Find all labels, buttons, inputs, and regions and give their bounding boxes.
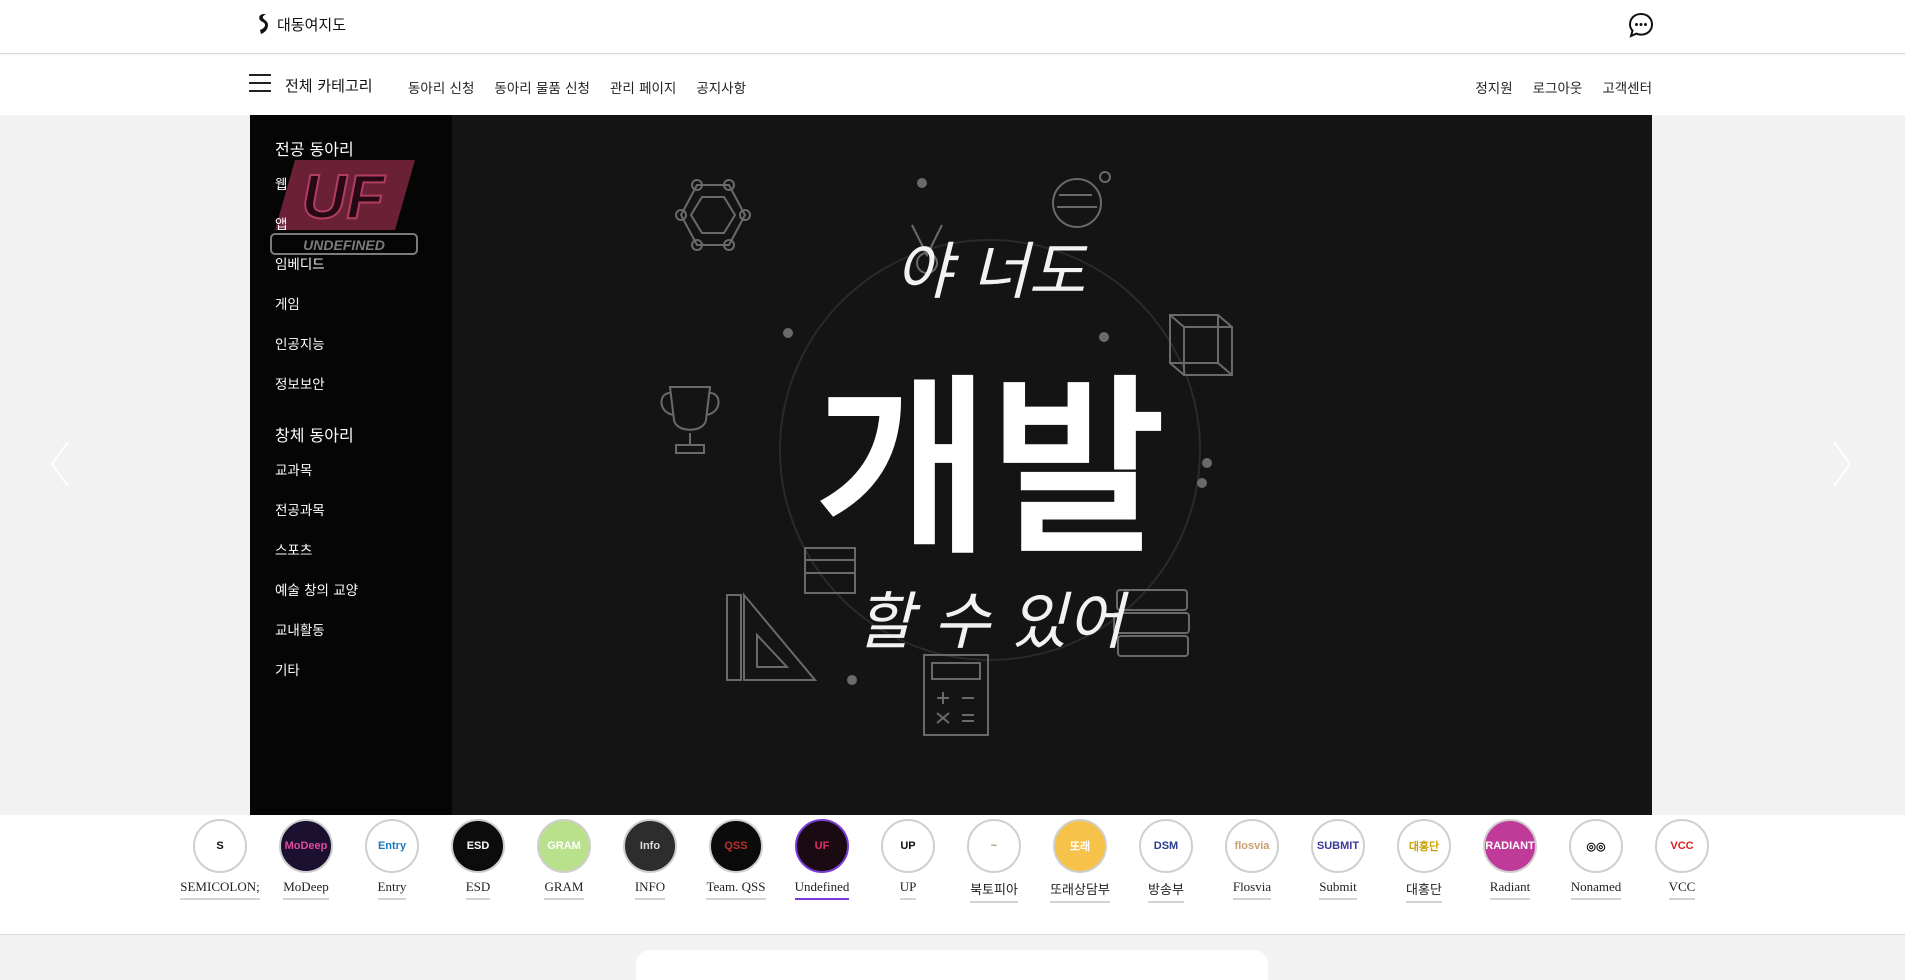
brand-name: 대동여지도	[277, 15, 347, 34]
club-item[interactable]: UP UP	[866, 819, 950, 900]
club-logo-icon: ~	[967, 819, 1021, 873]
club-name: MoDeep	[283, 879, 329, 900]
category-item-web[interactable]: 웹	[275, 173, 287, 193]
category-major-title: 전공 동아리	[275, 140, 354, 159]
club-name: Flosvia	[1232, 879, 1272, 900]
club-name: GRAM	[544, 879, 584, 900]
all-categories-link[interactable]: 전체 카테고리	[285, 75, 373, 96]
club-name: Team. QSS	[706, 879, 766, 900]
category-item-sports[interactable]: 스포츠	[275, 539, 312, 559]
category-panel: UF UNDEFINED 전공 동아리 웹 앱 임베디드 게임 인공지능 정보보…	[250, 115, 452, 815]
hero-line-2: 개발	[815, 359, 1165, 580]
club-item[interactable]: MoDeep MoDeep	[264, 819, 348, 900]
club-item[interactable]: GRAM GRAM	[522, 819, 606, 900]
category-item-ai[interactable]: 인공지능	[275, 333, 325, 353]
club-item[interactable]: Entry Entry	[350, 819, 434, 900]
brand-logo-icon	[259, 14, 268, 34]
club-logo-icon: VCC	[1655, 819, 1709, 873]
brand[interactable]: 대동여지도	[255, 13, 346, 35]
club-strip: S SEMICOLON; MoDeep MoDeep Entry Entry ESD E…	[0, 815, 1905, 935]
club-name: Radiant	[1489, 879, 1531, 900]
club-logo-icon: MoDeep	[279, 819, 333, 873]
support-link[interactable]: 고객센터	[1602, 77, 1652, 97]
club-name: SEMICOLON;	[180, 879, 260, 900]
club-name: UP	[899, 879, 917, 900]
chat-bubble-icon[interactable]	[1628, 12, 1654, 38]
club-logo-icon: S	[193, 819, 247, 873]
main-nav: 전체 카테고리 동아리 신청 동아리 물품 신청 관리 페이지 공지사항 정지원…	[0, 55, 1905, 115]
club-item[interactable]: SUBMIT Submit	[1296, 819, 1380, 900]
category-item-subject[interactable]: 교과목	[275, 459, 312, 479]
content-card	[636, 950, 1268, 980]
chevron-left-icon[interactable]	[48, 440, 72, 488]
club-logo-icon: GRAM	[537, 819, 591, 873]
hamburger-menu-icon[interactable]	[249, 74, 271, 94]
club-item[interactable]: S SEMICOLON;	[178, 819, 262, 900]
category-item-security[interactable]: 정보보안	[275, 373, 325, 393]
club-logo-icon: SUBMIT	[1311, 819, 1365, 873]
club-item[interactable]: ESD ESD	[436, 819, 520, 900]
club-name: INFO	[634, 879, 666, 900]
club-name: Nonamed	[1570, 879, 1622, 900]
chevron-right-icon[interactable]	[1830, 440, 1854, 488]
category-item-app[interactable]: 앱	[275, 213, 287, 233]
category-item-school-activity[interactable]: 교내활동	[275, 619, 325, 639]
club-logo-icon: 또래	[1053, 819, 1107, 873]
club-name: Undefined	[794, 879, 850, 900]
nav-link-supply-apply[interactable]: 동아리 물품 신청	[494, 77, 590, 97]
club-logo-icon: Entry	[365, 819, 419, 873]
club-logo-icon: UF	[795, 819, 849, 873]
club-logo-icon: DSM	[1139, 819, 1193, 873]
top-bar: 대동여지도	[0, 0, 1905, 54]
category-item-embedded[interactable]: 임베디드	[275, 253, 325, 273]
club-name: 방송부	[1148, 879, 1184, 903]
undefined-logo-overlay: UF UNDEFINED	[270, 160, 418, 255]
club-name: VCC	[1668, 879, 1696, 900]
user-links: 정지원 로그아웃 고객센터	[1475, 77, 1652, 97]
club-item[interactable]: ~ 북토피아	[952, 819, 1036, 903]
hero-banner: 야 너도 개발 할 수 있어 UF UNDEFINED 전공 동아리 웹 앱 임…	[250, 115, 1652, 815]
logout-link[interactable]: 로그아웃	[1533, 77, 1583, 97]
nav-link-club-apply[interactable]: 동아리 신청	[408, 77, 474, 97]
hero-line-3: 할 수 있어	[856, 585, 1130, 658]
nav-links: 동아리 신청 동아리 물품 신청 관리 페이지 공지사항	[408, 77, 746, 97]
category-item-etc[interactable]: 기타	[275, 659, 300, 679]
category-item-game[interactable]: 게임	[275, 293, 300, 313]
club-item[interactable]: QSS Team. QSS	[694, 819, 778, 900]
club-item[interactable]: flosvia Flosvia	[1210, 819, 1294, 900]
hero-illustration-svg: 야 너도 개발 할 수 있어	[660, 171, 1233, 736]
nav-link-notice[interactable]: 공지사항	[696, 77, 746, 97]
club-item[interactable]: RADIANT Radiant	[1468, 819, 1552, 900]
category-creative-title: 창체 동아리	[275, 426, 354, 445]
club-name: Entry	[377, 879, 407, 900]
hero-line-1: 야 너도	[895, 235, 1089, 308]
club-logo-icon: flosvia	[1225, 819, 1279, 873]
club-logo-icon: QSS	[709, 819, 763, 873]
club-item[interactable]: 대홍단 대홍단	[1382, 819, 1466, 903]
club-name: 대홍단	[1406, 879, 1442, 903]
club-item[interactable]: UF Undefined	[780, 819, 864, 900]
club-item[interactable]: Info INFO	[608, 819, 692, 900]
club-logo-icon: ◎◎	[1569, 819, 1623, 873]
hero-illustration: 야 너도 개발 할 수 있어	[452, 115, 1652, 815]
club-item[interactable]: DSM 방송부	[1124, 819, 1208, 903]
club-logo-icon: UP	[881, 819, 935, 873]
club-logo-icon: ESD	[451, 819, 505, 873]
club-item[interactable]: VCC VCC	[1640, 819, 1724, 900]
nav-link-admin[interactable]: 관리 페이지	[610, 77, 676, 97]
category-item-arts[interactable]: 예술 창의 교양	[275, 579, 358, 599]
category-item-major-subject[interactable]: 전공과목	[275, 499, 325, 519]
club-name: ESD	[465, 879, 491, 900]
club-logo-icon: Info	[623, 819, 677, 873]
svg-text:UF: UF	[302, 163, 387, 232]
club-name: Submit	[1319, 879, 1357, 900]
svg-text:UNDEFINED: UNDEFINED	[303, 237, 385, 253]
club-name: 또래상담부	[1050, 879, 1110, 903]
user-name-link[interactable]: 정지원	[1475, 77, 1512, 97]
club-logo-icon: RADIANT	[1483, 819, 1537, 873]
club-name: 북토피아	[970, 879, 1018, 903]
club-item[interactable]: ◎◎ Nonamed	[1554, 819, 1638, 900]
club-logo-icon: 대홍단	[1397, 819, 1451, 873]
club-item[interactable]: 또래또래상담부	[1038, 819, 1122, 903]
